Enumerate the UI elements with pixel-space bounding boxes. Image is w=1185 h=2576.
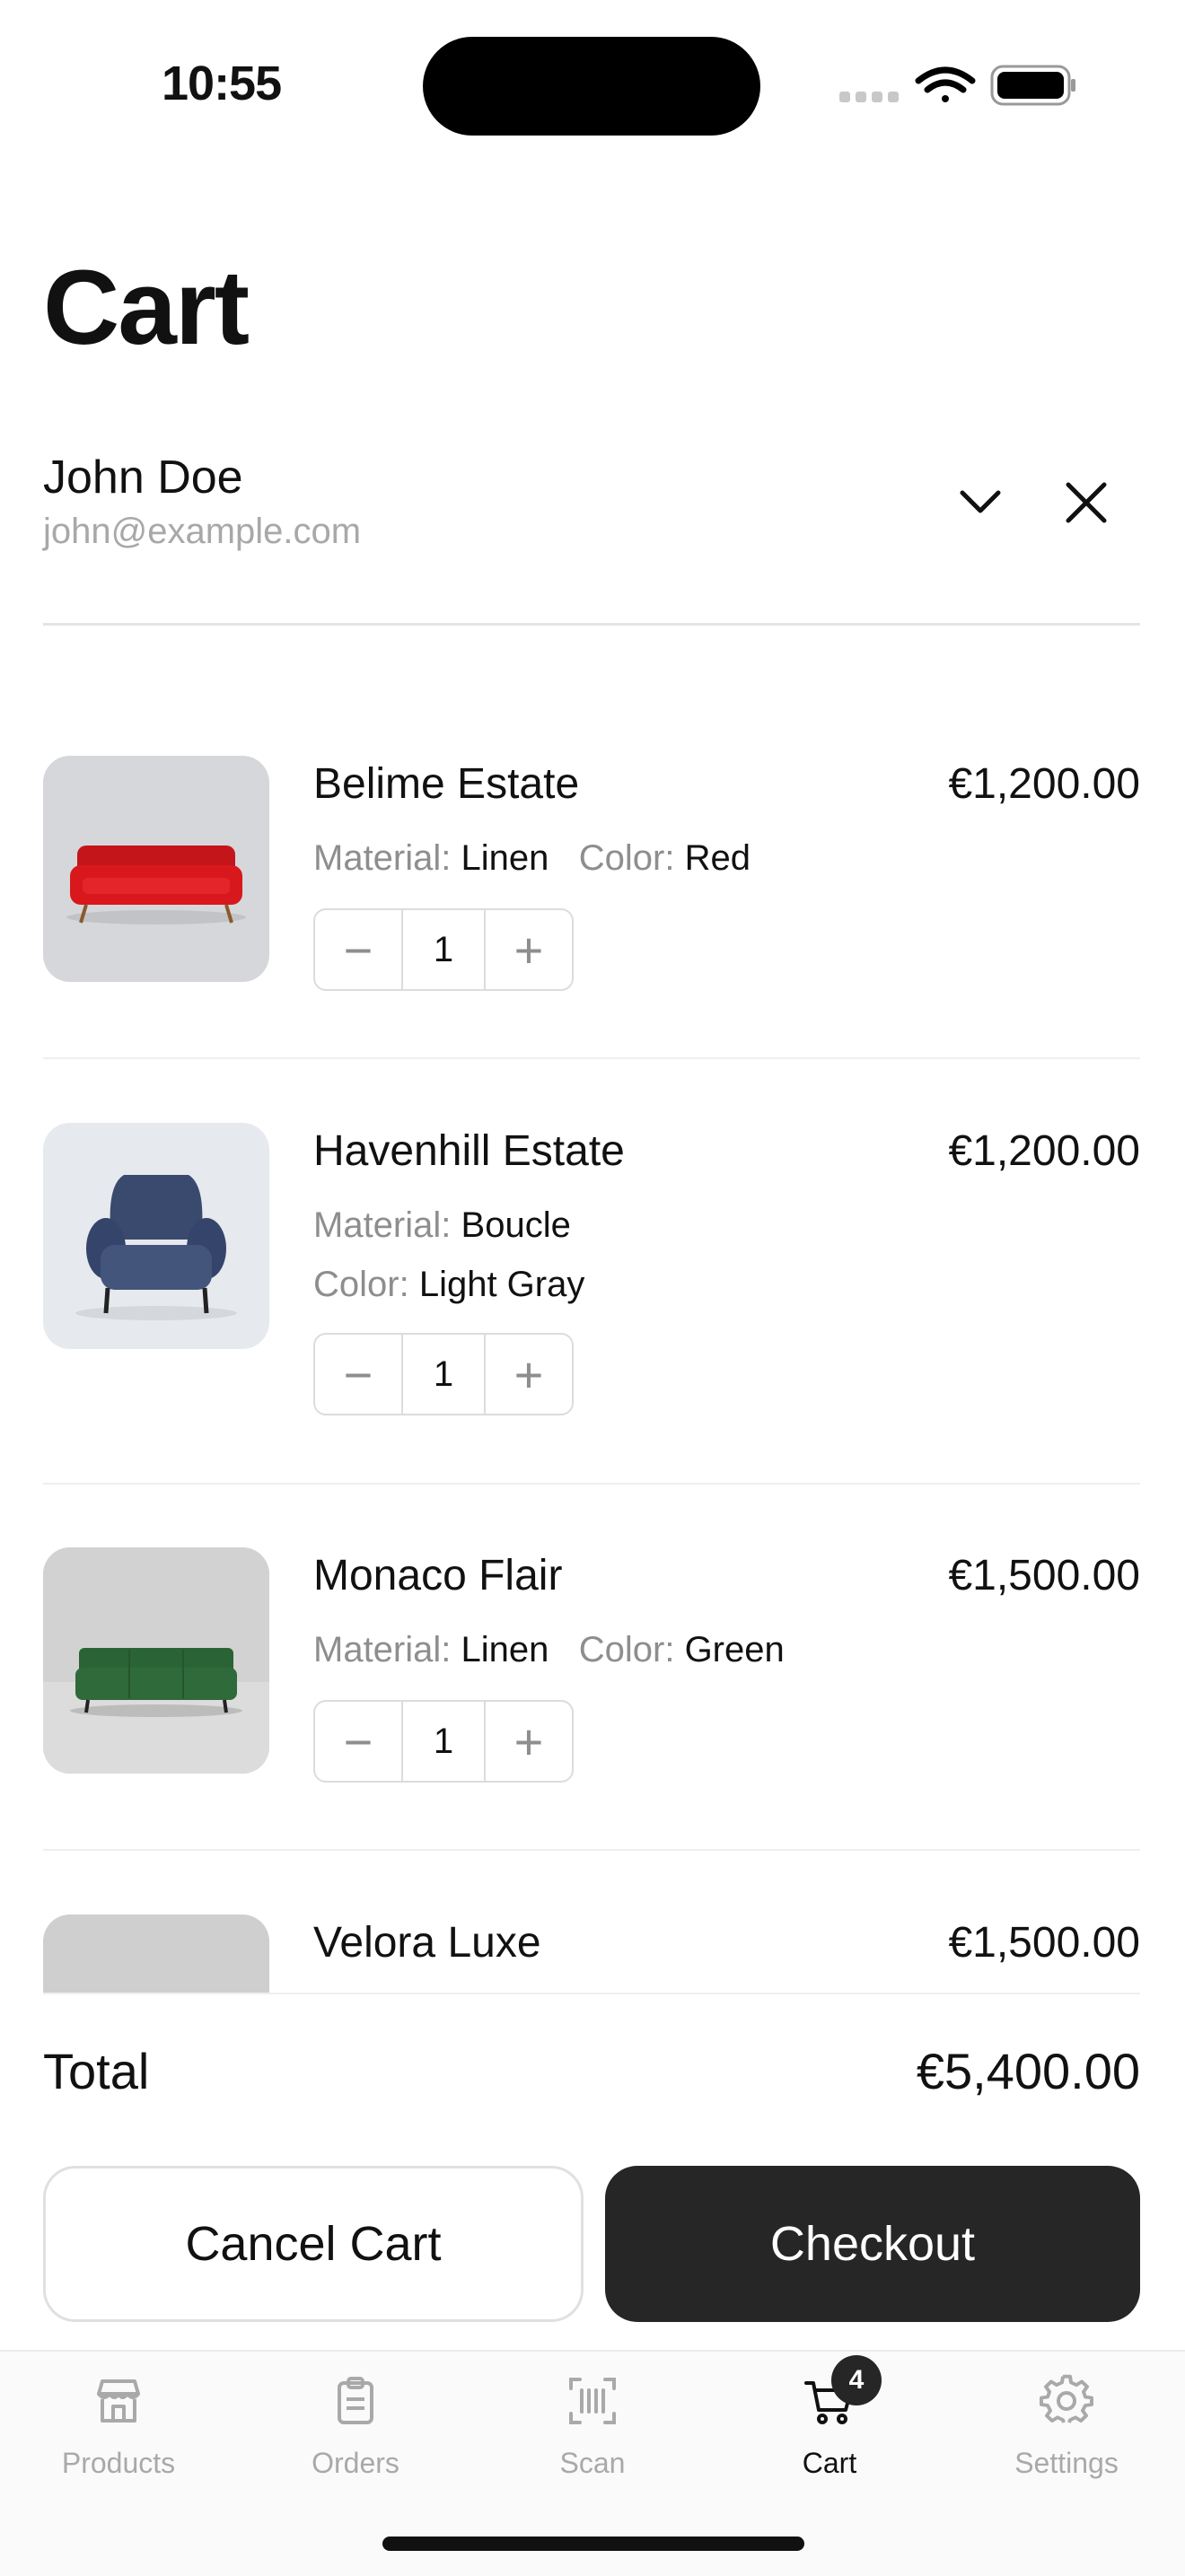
customer-name: John Doe <box>43 451 243 504</box>
customer-email: john@example.com <box>43 512 362 551</box>
expand-customer-button[interactable] <box>943 465 1018 540</box>
tab-label: Scan <box>559 2447 626 2479</box>
increment-button[interactable]: + <box>486 1335 572 1414</box>
item-divider <box>43 1483 1140 1485</box>
product-attributes: Material: Linen Color: Red <box>313 838 750 879</box>
customer-divider <box>43 623 1140 626</box>
quantity-value: 1 <box>401 1335 486 1414</box>
decrement-button[interactable]: − <box>315 1702 401 1781</box>
chevron-down-icon <box>960 490 1001 513</box>
color-value: Red <box>684 838 750 878</box>
product-color: Color: Light Gray <box>313 1265 584 1305</box>
clipboard-icon <box>324 2370 387 2432</box>
quantity-value: 1 <box>401 910 486 989</box>
tab-orders[interactable]: Orders <box>237 2370 474 2480</box>
tab-scan[interactable]: Scan <box>474 2370 711 2480</box>
store-icon <box>87 2370 150 2432</box>
increment-button[interactable]: + <box>486 1702 572 1781</box>
product-price: €1,500.00 <box>948 1919 1140 1967</box>
decrement-button[interactable]: − <box>315 910 401 989</box>
material-value: Linen <box>461 1630 549 1669</box>
product-material: Material: Boucle <box>313 1205 571 1246</box>
product-price: €1,500.00 <box>948 1552 1140 1599</box>
cellular-signal-icon <box>839 92 899 102</box>
tab-label: Settings <box>1014 2447 1119 2479</box>
material-label: Material: <box>313 1630 452 1669</box>
product-name: Havenhill Estate <box>313 1127 625 1175</box>
dynamic-island <box>423 37 760 136</box>
tab-label: Orders <box>312 2447 399 2479</box>
armchair-image <box>75 1175 237 1320</box>
material-value: Linen <box>461 838 549 878</box>
product-price: €1,200.00 <box>948 1127 1140 1175</box>
tab-settings[interactable]: Settings <box>948 2370 1185 2480</box>
material-label: Material: <box>313 1205 452 1245</box>
product-image[interactable] <box>43 1547 269 1774</box>
battery-icon <box>990 65 1075 106</box>
close-icon <box>1066 482 1107 523</box>
quantity-stepper: − 1 + <box>313 1700 574 1783</box>
color-label: Color: <box>578 838 675 878</box>
status-icons <box>839 65 1075 106</box>
tab-label: Cart <box>802 2447 857 2479</box>
color-value: Green <box>684 1630 785 1669</box>
quantity-stepper: − 1 + <box>313 908 574 991</box>
material-value: Boucle <box>461 1205 571 1245</box>
product-image[interactable] <box>43 1123 269 1349</box>
tab-label: Products <box>61 2447 176 2479</box>
total-value: €5,400.00 <box>916 2043 1140 2099</box>
total-label: Total <box>43 2043 150 2099</box>
product-price: €1,200.00 <box>948 760 1140 808</box>
sofa-image <box>43 1547 269 1774</box>
remove-customer-button[interactable] <box>1049 465 1124 540</box>
color-label: Color: <box>578 1630 675 1669</box>
cart-count-badge: 4 <box>831 2355 882 2405</box>
summary-divider <box>43 1993 1140 1994</box>
tab-products[interactable]: Products <box>0 2370 237 2480</box>
product-name: Belime Estate <box>313 760 580 808</box>
status-time: 10:55 <box>162 57 282 110</box>
quantity-value: 1 <box>401 1702 486 1781</box>
product-image[interactable] <box>43 756 269 982</box>
item-divider <box>43 1057 1140 1059</box>
decrement-button[interactable]: − <box>315 1335 401 1414</box>
barcode-scan-icon <box>561 2370 624 2432</box>
sofa-image <box>66 846 246 924</box>
product-name: Monaco Flair <box>313 1552 563 1599</box>
cancel-cart-button[interactable]: Cancel Cart <box>43 2166 584 2322</box>
checkout-button[interactable]: Checkout <box>605 2166 1140 2322</box>
material-label: Material: <box>313 838 452 878</box>
page-title: Cart <box>43 249 250 367</box>
quantity-stepper: − 1 + <box>313 1333 574 1415</box>
item-divider <box>43 1849 1140 1851</box>
gear-icon <box>1035 2370 1098 2432</box>
color-label: Color: <box>313 1265 409 1304</box>
tab-cart[interactable]: Cart <box>711 2370 948 2480</box>
wifi-icon <box>915 66 976 102</box>
increment-button[interactable]: + <box>486 910 572 989</box>
product-name: Velora Luxe <box>313 1919 541 1967</box>
product-attributes: Material: Linen Color: Green <box>313 1630 785 1670</box>
home-indicator <box>382 2537 804 2551</box>
color-value: Light Gray <box>418 1265 585 1304</box>
